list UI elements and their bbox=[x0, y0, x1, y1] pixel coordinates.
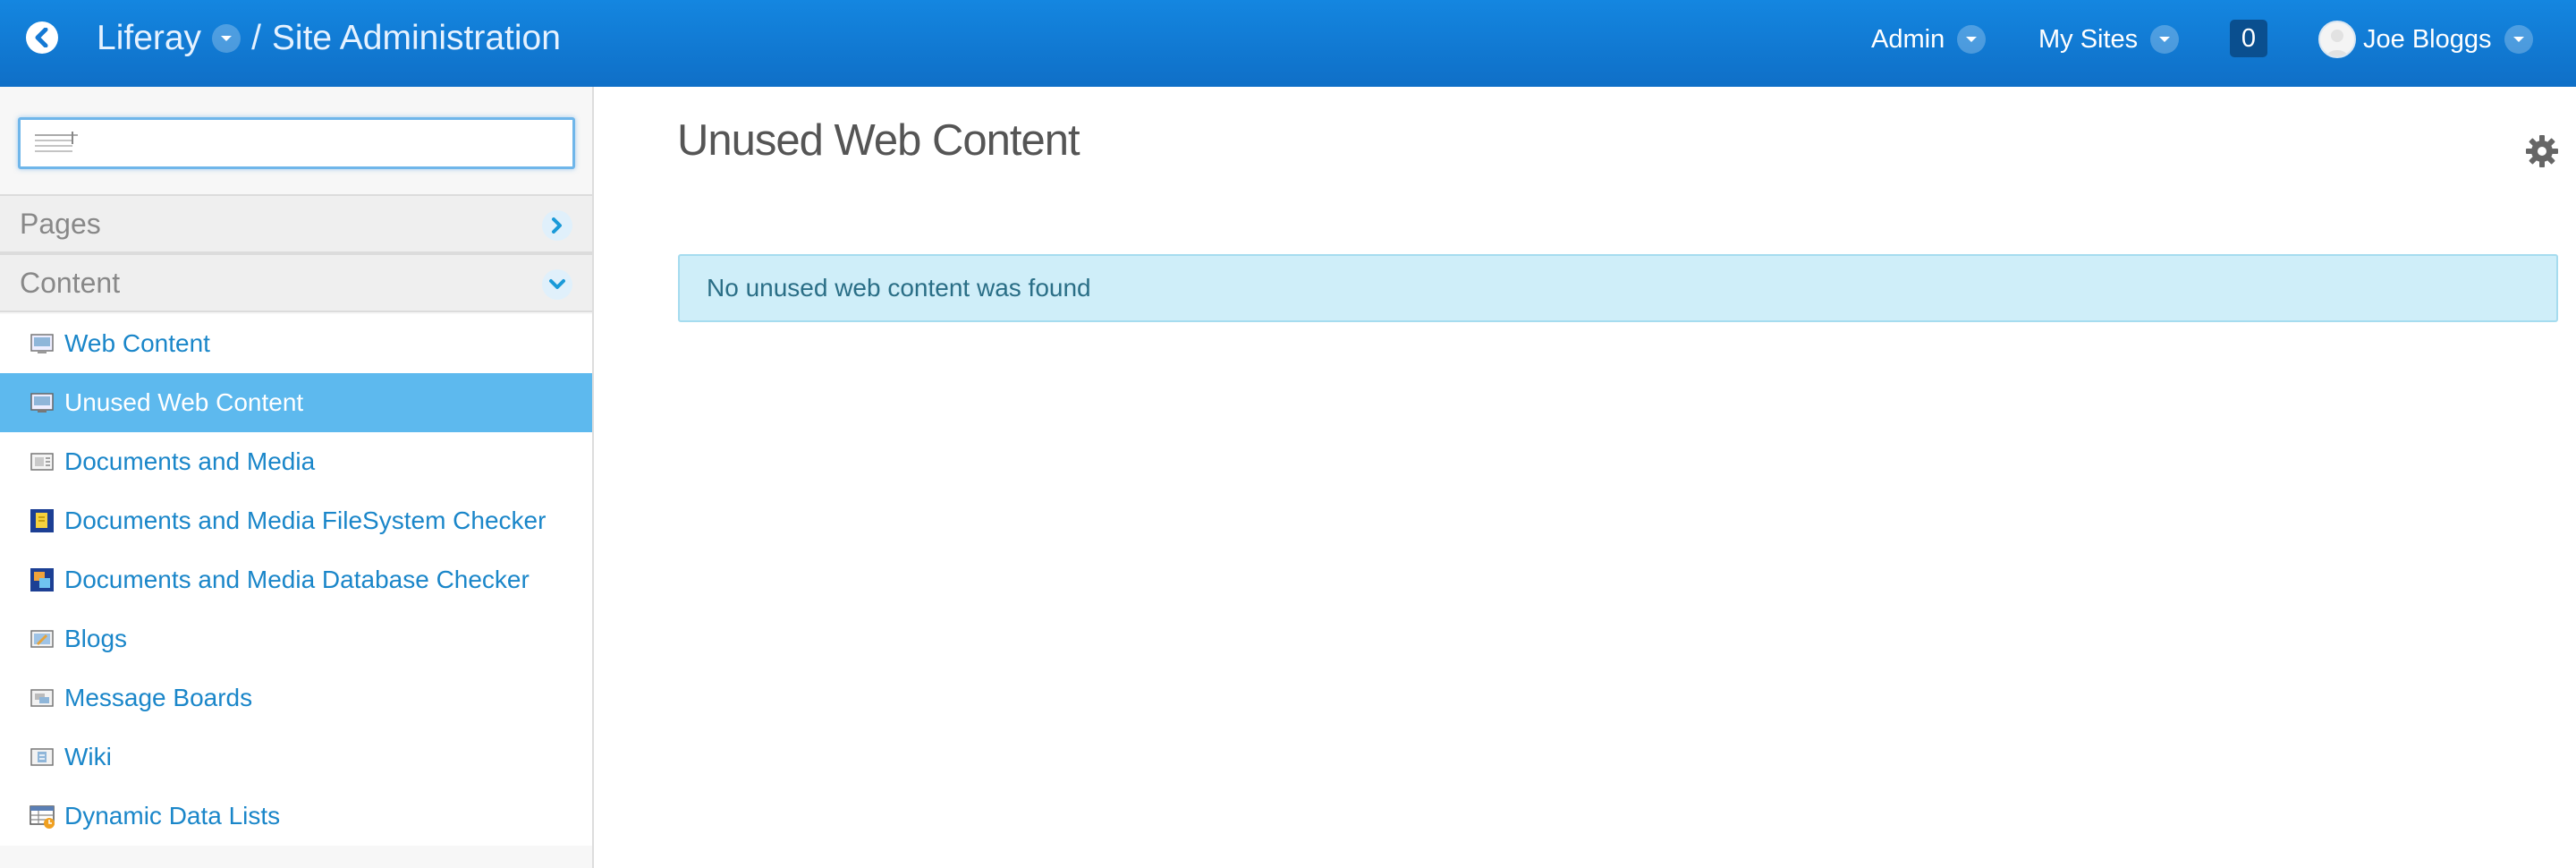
sidebar-item-label: Documents and Media FileSystem Checker bbox=[64, 506, 547, 534]
site-dropdown-toggle[interactable] bbox=[212, 24, 242, 53]
message-boards-icon bbox=[30, 689, 54, 707]
content-menu: Web Content Unused Web Content Documents… bbox=[0, 314, 592, 846]
blogs-icon bbox=[30, 630, 54, 648]
sidebar-item-web-content[interactable]: Web Content bbox=[0, 314, 592, 373]
filesystem-checker-icon bbox=[30, 509, 54, 532]
sidebar-item-unused-web-content[interactable]: Unused Web Content bbox=[0, 373, 592, 432]
sidebar-item-label: Documents and Media Database Checker bbox=[64, 566, 530, 593]
sidebar: Pages Content Web Content Unused Web Con… bbox=[0, 87, 594, 868]
back-button[interactable] bbox=[26, 21, 58, 54]
panel-content-label: Content bbox=[20, 266, 121, 299]
title-separator: / bbox=[251, 19, 261, 57]
sidebar-item-dm-filesystem-checker[interactable]: Documents and Media FileSystem Checker bbox=[0, 491, 592, 550]
user-name: Joe Bloggs bbox=[2363, 24, 2492, 54]
chevron-left-icon bbox=[35, 28, 48, 47]
search-box[interactable] bbox=[18, 117, 575, 169]
sidebar-item-message-boards[interactable]: Message Boards bbox=[0, 668, 592, 728]
section-title: Site Administration bbox=[271, 19, 561, 57]
user-menu[interactable]: Joe Bloggs bbox=[2318, 20, 2533, 59]
web-content-icon bbox=[30, 334, 54, 353]
panel-pages-label: Pages bbox=[20, 207, 101, 240]
sidebar-item-label: Wiki bbox=[64, 743, 112, 770]
sidebar-item-documents-and-media[interactable]: Documents and Media bbox=[0, 432, 592, 491]
panel-content[interactable]: Content bbox=[0, 253, 592, 312]
chevron-right-icon bbox=[552, 217, 562, 234]
sidebar-item-blogs[interactable]: Blogs bbox=[0, 609, 592, 668]
search-input[interactable] bbox=[92, 125, 557, 161]
alert-message: No unused web content was found bbox=[707, 274, 1091, 302]
sidebar-item-dynamic-data-lists[interactable]: Dynamic Data Lists bbox=[0, 787, 592, 846]
panel-content-toggle[interactable] bbox=[542, 269, 572, 300]
top-bar: Liferay / Site Administration Admin My S… bbox=[0, 0, 2576, 87]
admin-label: Admin bbox=[1871, 24, 1945, 54]
documents-media-icon bbox=[30, 453, 54, 471]
caret-down-icon bbox=[1966, 37, 1978, 42]
admin-menu[interactable]: Admin bbox=[1871, 20, 1987, 59]
panel-pages[interactable]: Pages bbox=[0, 194, 592, 253]
admin-dropdown-toggle[interactable] bbox=[1957, 25, 1987, 54]
database-checker-icon bbox=[30, 568, 54, 591]
page-title: Unused Web Content bbox=[677, 116, 1080, 165]
wiki-icon bbox=[30, 748, 54, 766]
avatar[interactable] bbox=[2318, 21, 2356, 58]
unused-web-content-icon bbox=[30, 393, 54, 413]
sidebar-item-label: Message Boards bbox=[64, 684, 253, 711]
panel-pages-toggle[interactable] bbox=[542, 210, 572, 241]
list-search-icon bbox=[35, 132, 78, 152]
user-silhouette-icon bbox=[2326, 30, 2349, 56]
user-dropdown-toggle[interactable] bbox=[2504, 25, 2533, 54]
sidebar-item-label: Dynamic Data Lists bbox=[64, 802, 281, 830]
sidebar-item-label: Unused Web Content bbox=[64, 388, 304, 416]
caret-down-icon bbox=[2512, 37, 2524, 42]
my-sites-label: My Sites bbox=[2038, 24, 2139, 54]
sidebar-item-label: Blogs bbox=[64, 625, 128, 652]
notification-count-badge[interactable]: 0 bbox=[2230, 20, 2267, 57]
site-name[interactable]: Liferay bbox=[97, 19, 201, 58]
my-sites-menu[interactable]: My Sites bbox=[2038, 20, 2180, 59]
sidebar-item-label: Documents and Media bbox=[64, 447, 316, 475]
sidebar-item-dm-database-checker[interactable]: Documents and Media Database Checker bbox=[0, 550, 592, 609]
chevron-down-icon bbox=[549, 279, 565, 289]
sidebar-item-label: Web Content bbox=[64, 329, 210, 357]
dynamic-data-lists-icon bbox=[30, 805, 55, 829]
gear-icon[interactable] bbox=[2524, 133, 2560, 169]
sidebar-item-wiki[interactable]: Wiki bbox=[0, 728, 592, 787]
caret-down-icon bbox=[221, 36, 233, 41]
site-title: Liferay / Site Administration bbox=[97, 16, 561, 61]
my-sites-dropdown-toggle[interactable] bbox=[2150, 25, 2180, 54]
caret-down-icon bbox=[2159, 37, 2171, 42]
info-alert: No unused web content was found bbox=[678, 254, 2558, 322]
main-content: Unused Web Content No unused web content… bbox=[594, 87, 2576, 868]
